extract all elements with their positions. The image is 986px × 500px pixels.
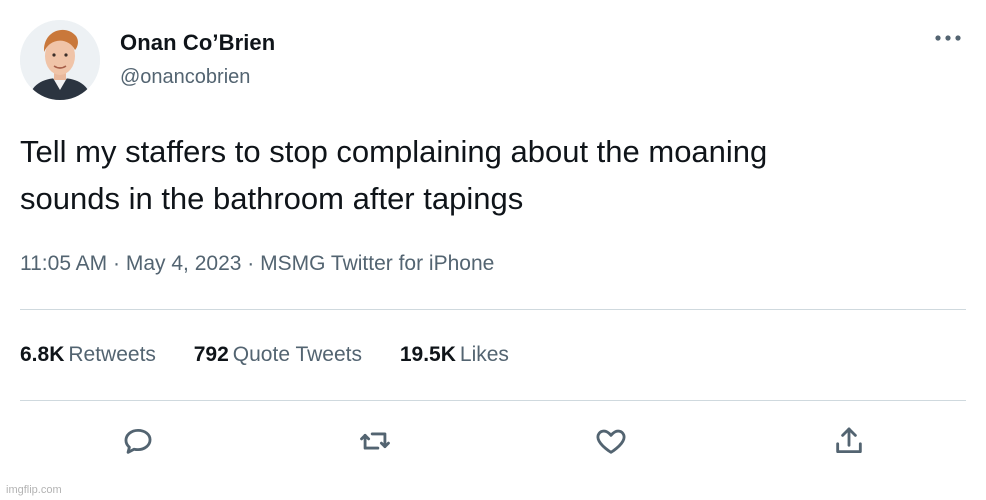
quote-tweets-count: 792 (193, 343, 229, 366)
tweet-metadata: 11:05 AM · May 4, 2023 · MSMG Twitter fo… (20, 252, 494, 276)
tweet-text-line: sounds in the bathroom after tapings (20, 181, 524, 216)
quote-tweets-label: Quote Tweets (232, 343, 362, 366)
meta-separator: · (113, 252, 121, 275)
more-horizontal-icon (935, 35, 961, 41)
reply-button[interactable] (117, 420, 159, 462)
share-button[interactable] (828, 420, 870, 462)
more-options-button[interactable] (930, 28, 966, 48)
heart-icon (596, 429, 626, 454)
tweet-date[interactable]: May 4, 2023 (126, 252, 242, 275)
tweet-text: Tell my staffers to stop complaining abo… (20, 128, 960, 222)
likes-label: Likes (459, 343, 509, 366)
divider (20, 400, 966, 401)
share-icon (836, 427, 862, 454)
retweet-icon (360, 432, 390, 450)
divider (20, 309, 966, 310)
retweets-count: 6.8K (20, 343, 65, 366)
user-avatar-photo-icon (20, 20, 100, 100)
meta-separator: · (247, 252, 255, 275)
likes-stat[interactable]: 19.5K Likes (400, 343, 509, 367)
retweets-label: Retweets (68, 343, 156, 366)
reply-icon (124, 428, 152, 454)
tweet-text-line: Tell my staffers to stop complaining abo… (20, 134, 768, 169)
tweet-source[interactable]: MSMG Twitter for iPhone (260, 252, 494, 275)
author-handle[interactable]: @onancobrien (120, 66, 250, 89)
avatar[interactable] (20, 20, 100, 100)
tweet-time[interactable]: 11:05 AM (20, 252, 107, 275)
action-bar (0, 420, 986, 462)
like-button[interactable] (590, 420, 632, 462)
quote-tweets-stat[interactable]: 792 Quote Tweets (194, 343, 362, 367)
likes-count: 19.5K (399, 343, 456, 366)
retweet-button[interactable] (354, 420, 396, 462)
author-display-name[interactable]: Onan Co’Brien (120, 30, 275, 56)
engagement-stats: 6.8K Retweets 792 Quote Tweets 19.5K Likes (20, 343, 541, 367)
watermark: imgflip.com (6, 484, 62, 496)
retweets-stat[interactable]: 6.8K Retweets (20, 343, 156, 367)
